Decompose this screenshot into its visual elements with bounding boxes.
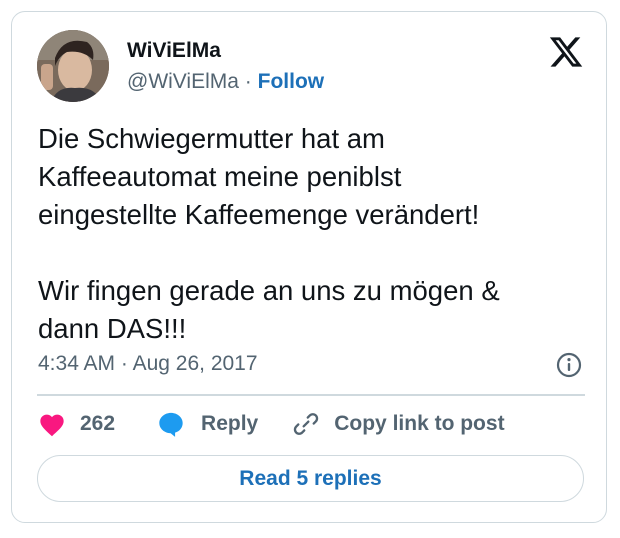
heart-icon [38, 411, 66, 437]
author-handle-row: @WiViElMa · Follow [127, 70, 324, 94]
like-count: 262 [80, 412, 116, 435]
post-timestamp[interactable]: 4:34 AM · Aug 26, 2017 [38, 352, 258, 376]
author-handle[interactable]: @WiViElMa [127, 70, 239, 93]
like-button[interactable]: 262 [38, 411, 115, 437]
info-icon[interactable] [556, 352, 582, 378]
author-name[interactable]: WiViElMa [127, 39, 221, 63]
x-logo-icon[interactable] [548, 34, 584, 70]
read-replies-button[interactable]: Read 5 replies [37, 455, 584, 502]
reply-label: Reply [201, 412, 259, 435]
post-time: 4:34 AM [38, 352, 116, 375]
follow-button[interactable]: Follow [258, 70, 325, 93]
link-icon [292, 410, 320, 438]
speech-bubble-icon [157, 410, 185, 438]
action-bar: 262 Reply Copy link to post [38, 410, 505, 438]
post-date: Aug 26, 2017 [132, 352, 258, 375]
copy-link-label: Copy link to post [334, 412, 505, 435]
post-card: WiViElMa @WiViElMa · Follow Die Schwiege… [11, 11, 607, 523]
avatar[interactable] [37, 30, 109, 102]
post-text: Die Schwiegermutter hat am Kaffeeautomat… [38, 123, 500, 344]
reply-button[interactable]: Reply [157, 410, 258, 438]
timestamp-separator: · [120, 352, 128, 375]
handle-separator: · [244, 70, 252, 93]
divider [37, 394, 585, 396]
copy-link-button[interactable]: Copy link to post [292, 410, 505, 438]
